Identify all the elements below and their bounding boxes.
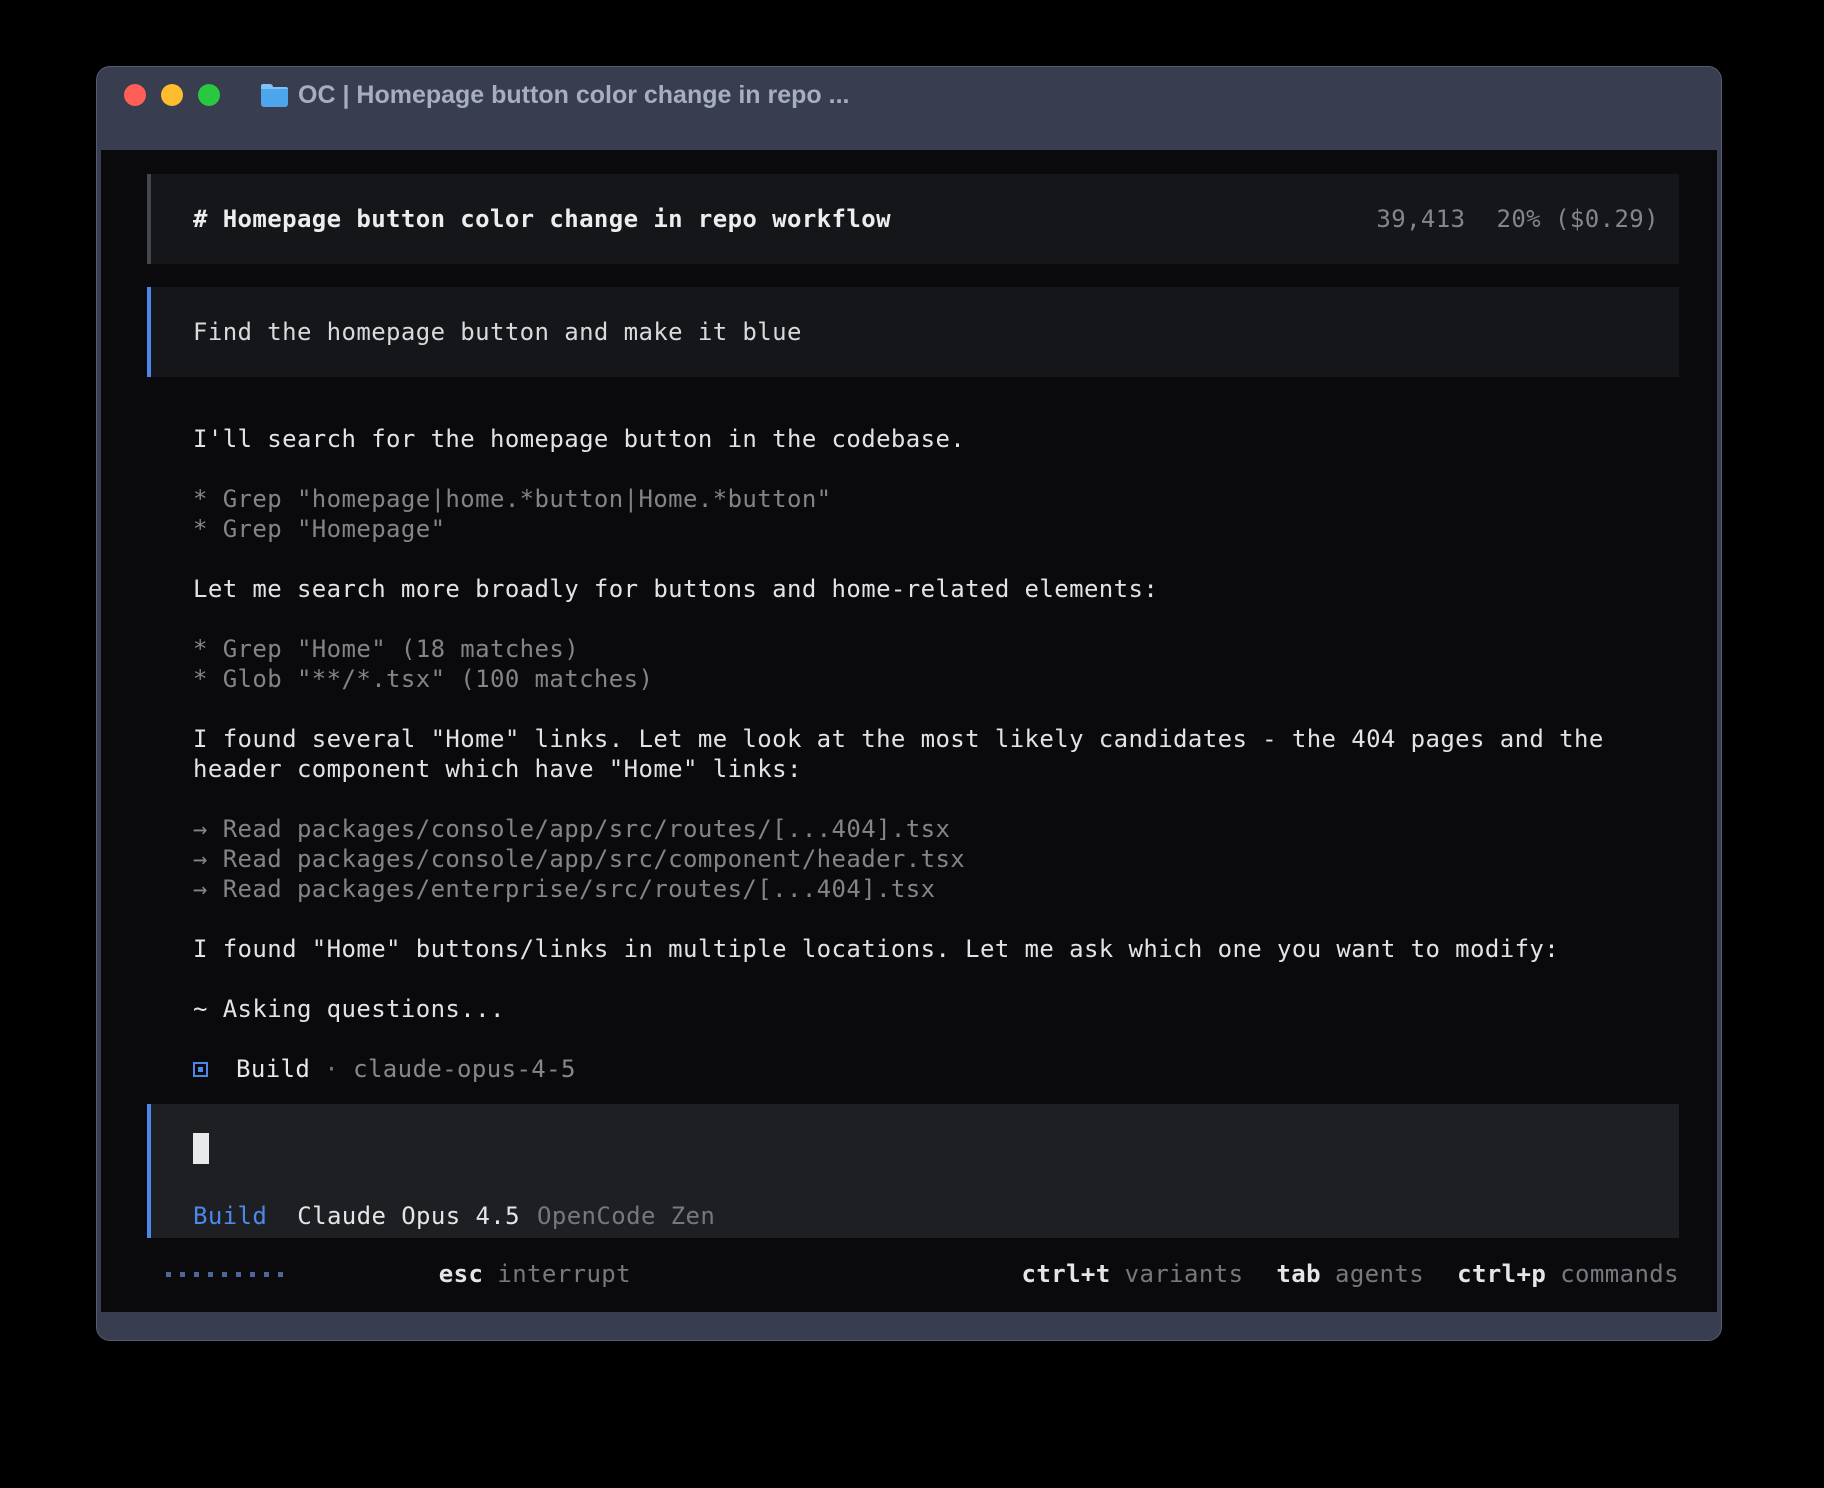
folder-icon [261,84,288,107]
status-footer: escinterrupt ctrl+tvariantstabagentsctrl… [166,1259,1679,1289]
hint-label: agents [1335,1260,1424,1288]
hint-label: variants [1125,1260,1244,1288]
status-separator: · [324,1054,339,1084]
session-header: # Homepage button color change in repo w… [147,174,1679,264]
hint-key: ctrl+t [1022,1260,1111,1288]
transcript-line: * Grep "Homepage" [193,514,1679,544]
hint-agents: tab agents [1276,1259,1424,1289]
agent-model: claude-opus-4-5 [353,1054,576,1084]
session-title: # Homepage button color change in repo w… [193,204,891,234]
hint-key: ctrl+p [1457,1260,1546,1288]
input-agent-label: Build [193,1201,267,1231]
transcript-line: → Read packages/console/app/src/routes/[… [193,814,1679,844]
window-title: OC | Homepage button color change in rep… [298,81,849,110]
keyboard-hints: ctrl+t variants tab agents ctrl+p commands [989,1259,1679,1289]
transcript-line: ~ Asking questions... [193,994,1679,1024]
agent-build-icon [193,1062,208,1077]
transcript-line: I'll search for the homepage button in t… [193,424,1679,454]
close-button-icon[interactable] [124,84,146,106]
input-model-label: Claude Opus 4.5 [297,1201,520,1231]
prompt-input[interactable]: Build Claude Opus 4.5 OpenCode Zen [147,1104,1679,1238]
terminal-content: # Homepage button color change in repo w… [101,150,1717,1312]
terminal-window: OC | Homepage button color change in rep… [96,66,1722,1341]
hint-label: commands [1560,1260,1679,1288]
transcript-line: I found several "Home" links. Let me loo… [193,724,1679,754]
hint-key: tab [1276,1260,1321,1288]
interrupt-label: interrupt [497,1260,631,1288]
input-status-bar: Build Claude Opus 4.5 OpenCode Zen [193,1201,1659,1231]
token-count: 39,413 [1376,204,1465,234]
agent-status-row: Build · claude-opus-4-5 [193,1054,1717,1084]
transcript-paragraph: * Grep "Home" (18 matches)* Glob "**/*.t… [193,634,1679,694]
transcript-line: * Grep "Home" (18 matches) [193,634,1679,664]
minimize-button-icon[interactable] [161,84,183,106]
transcript-paragraph: * Grep "homepage|home.*button|Home.*butt… [193,484,1679,544]
transcript-line: → Read packages/console/app/src/componen… [193,844,1679,874]
window-titlebar[interactable]: OC | Homepage button color change in rep… [97,67,1721,150]
agent-name: Build [236,1054,310,1084]
transcript-paragraph: → Read packages/console/app/src/routes/[… [193,814,1679,904]
transcript-line: I found "Home" buttons/links in multiple… [193,934,1679,964]
transcript-line: → Read packages/enterprise/src/routes/[.… [193,874,1679,904]
esc-key-label: esc [439,1260,484,1288]
transcript-paragraph: I'll search for the homepage button in t… [193,424,1679,454]
transcript-paragraph: I found "Home" buttons/links in multiple… [193,934,1679,964]
session-cost: ($0.29) [1555,204,1659,234]
transcript-paragraph: I found several "Home" links. Let me loo… [193,724,1679,784]
session-stats: 39,413 20% ($0.29) [1376,204,1659,234]
hint-interrupt: esc interrupt [320,1229,631,1312]
transcript-line: header component which have "Home" links… [193,754,1679,784]
transcript-line: * Grep "homepage|home.*button|Home.*butt… [193,484,1679,514]
context-percentage: 20% [1496,204,1541,234]
transcript-paragraph: Let me search more broadly for buttons a… [193,574,1679,604]
transcript-line: * Glob "**/*.tsx" (100 matches) [193,664,1679,694]
hint-commands: ctrl+p commands [1457,1259,1679,1289]
transcript-paragraph: ~ Asking questions... [193,994,1679,1024]
transcript-line: Let me search more broadly for buttons a… [193,574,1679,604]
user-message: Find the homepage button and make it blu… [147,287,1679,377]
text-cursor [193,1133,209,1164]
working-spinner-dots [166,1272,283,1277]
hint-variants: ctrl+t variants [1022,1259,1244,1289]
user-message-text: Find the homepage button and make it blu… [193,317,802,347]
transcript: I'll search for the homepage button in t… [193,424,1679,1024]
input-provider-label: OpenCode Zen [537,1201,715,1231]
zoom-button-icon[interactable] [198,84,220,106]
